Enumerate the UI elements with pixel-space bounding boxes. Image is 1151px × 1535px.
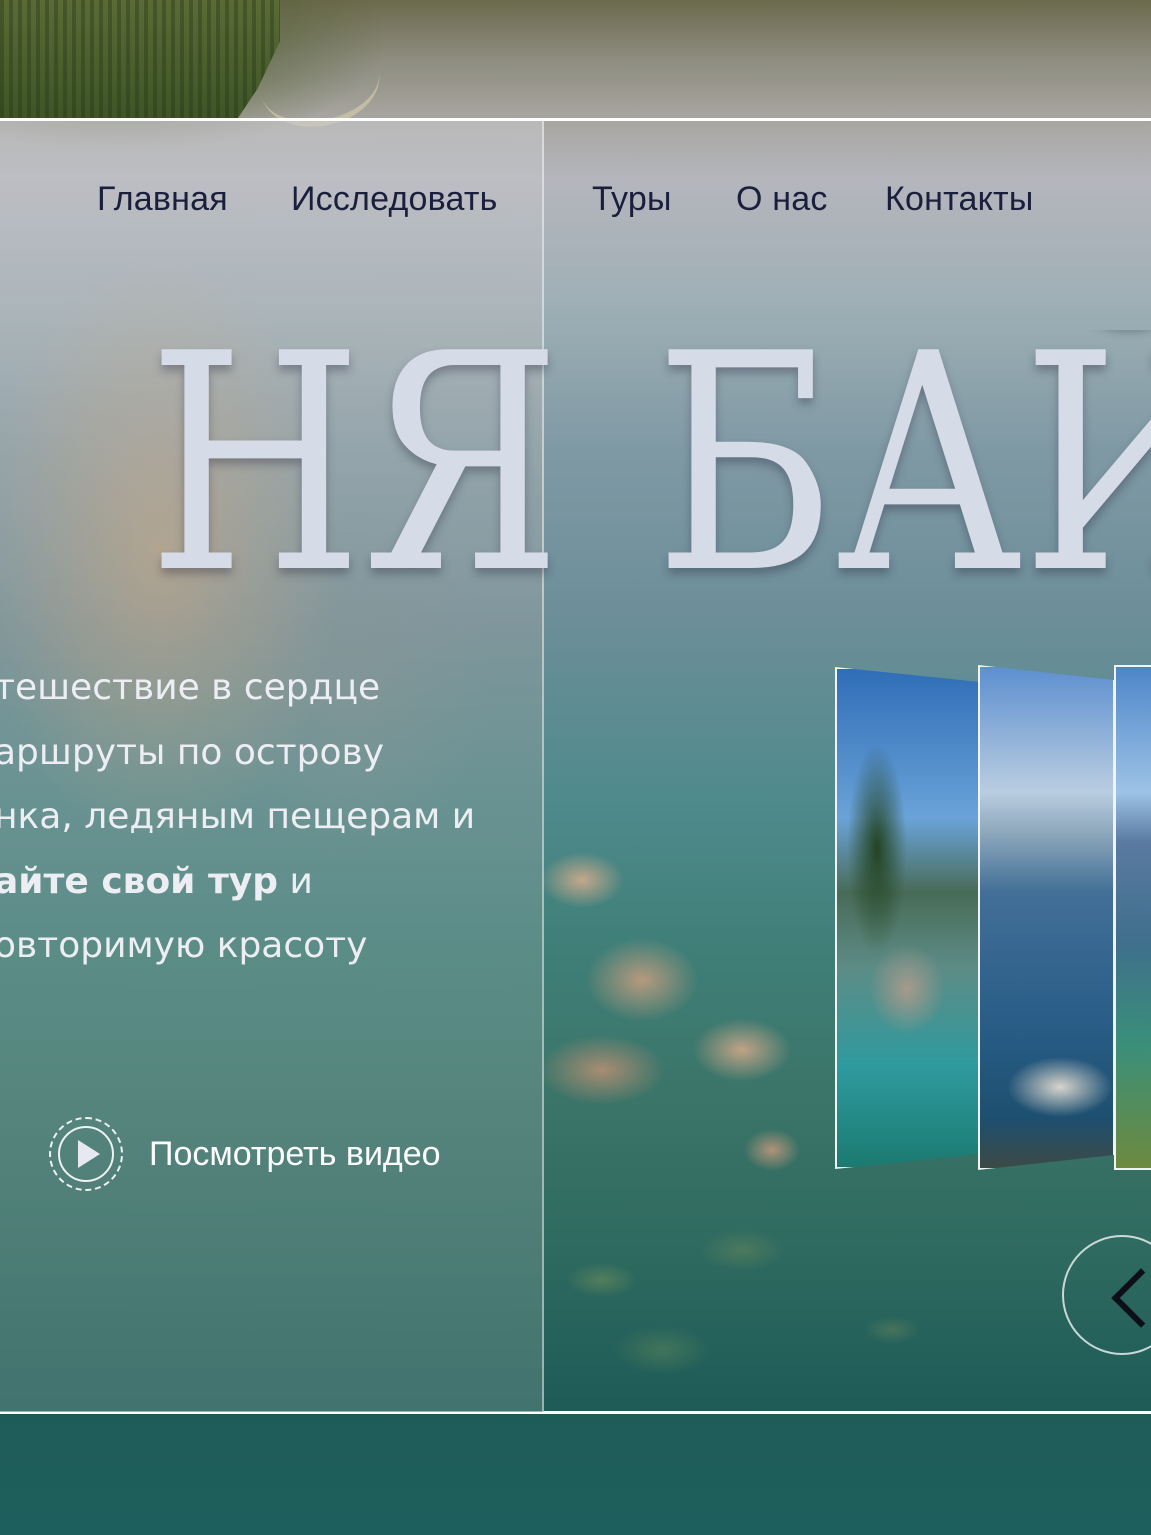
gallery-card-coast[interactable] bbox=[1114, 665, 1151, 1170]
nav-item-tours[interactable]: Туры bbox=[592, 180, 672, 219]
play-icon bbox=[78, 1140, 100, 1168]
main-nav: Главная Исследовать Туры О нас Контакты bbox=[0, 180, 1151, 224]
description-line-bold: айте свой тур и bbox=[0, 850, 542, 915]
nav-item-home[interactable]: Главная bbox=[97, 180, 228, 219]
nav-item-explore[interactable]: Исследовать bbox=[291, 180, 498, 219]
description-line: нка, ледяным пещерам и bbox=[0, 796, 476, 837]
nav-item-contacts[interactable]: Контакты bbox=[885, 180, 1033, 219]
background-forest bbox=[0, 0, 280, 118]
play-button-circle[interactable] bbox=[58, 1126, 114, 1182]
hero-title-right: БАЙ bbox=[655, 330, 1151, 600]
gallery-card-lake-view[interactable] bbox=[978, 665, 1115, 1170]
play-button-ring[interactable] bbox=[49, 1117, 123, 1191]
chevron-left-icon bbox=[1111, 1268, 1151, 1328]
description-text: и bbox=[289, 860, 313, 902]
gallery-card-pine-shore[interactable] bbox=[835, 667, 980, 1169]
hero-description: тешествие в сердце аршруты по острову нк… bbox=[0, 656, 542, 979]
description-bold-text: айте свой тур bbox=[0, 860, 279, 902]
description-line: тешествие в сердце bbox=[0, 667, 381, 708]
hero-title: НЯ БАЙ bbox=[0, 330, 1151, 600]
nav-item-about[interactable]: О нас bbox=[736, 180, 828, 219]
watch-video-button[interactable]: Посмотреть видео bbox=[49, 1114, 441, 1194]
hero-title-left: НЯ bbox=[148, 330, 562, 600]
watch-video-label[interactable]: Посмотреть видео bbox=[149, 1135, 441, 1174]
description-line: овторимую красоту bbox=[0, 925, 368, 966]
description-line: аршруты по острову bbox=[0, 731, 385, 773]
